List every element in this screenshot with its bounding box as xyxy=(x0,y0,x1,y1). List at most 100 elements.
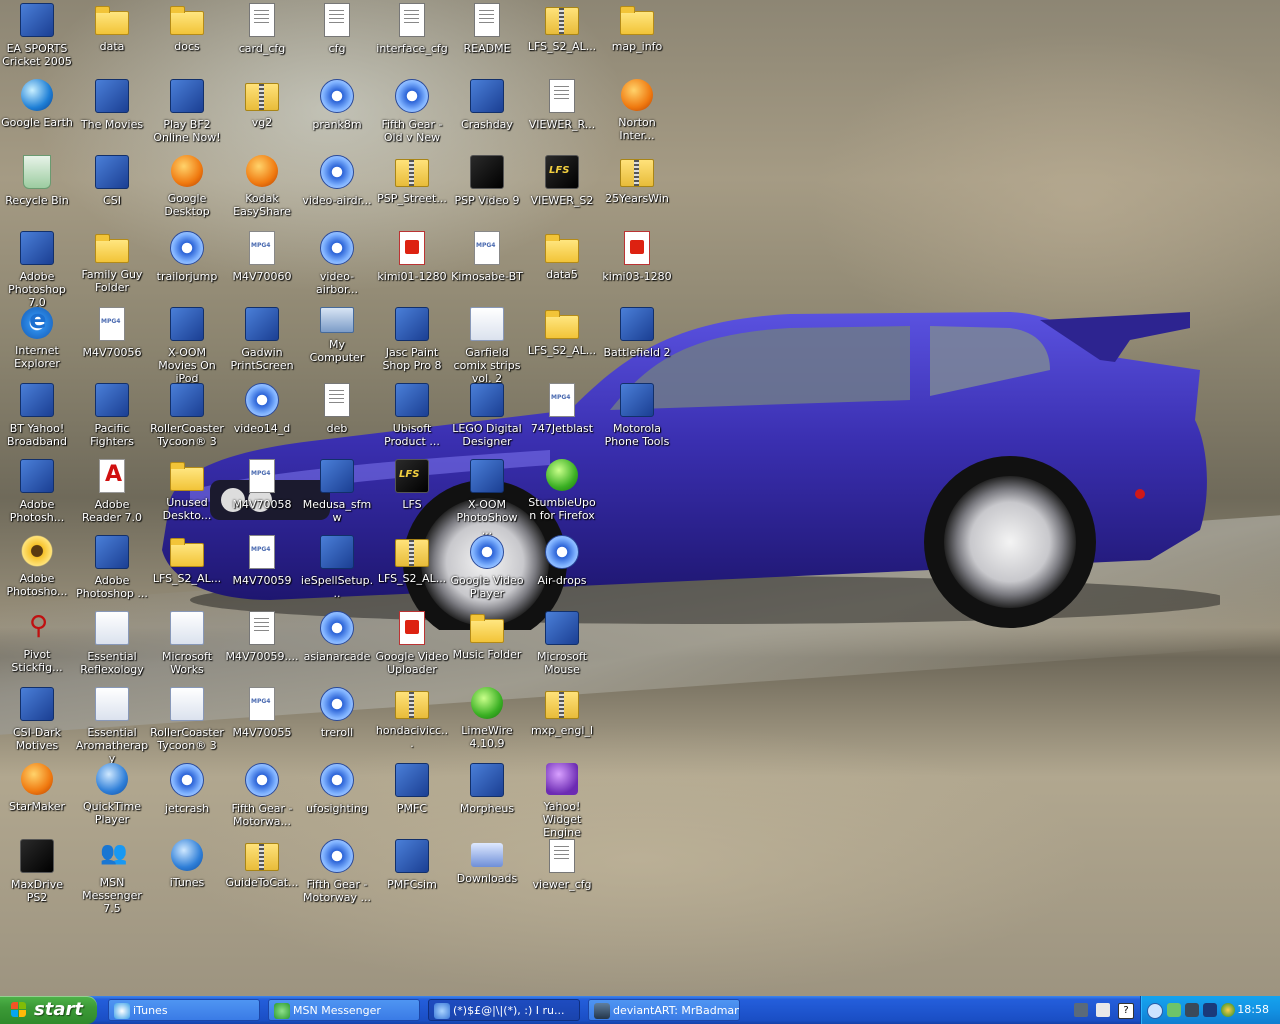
desktop-icon[interactable]: kimi01-1280 xyxy=(374,231,450,283)
desktop-icon[interactable]: The Movies xyxy=(74,79,150,131)
desktop-icon[interactable]: RollerCoaster Tycoon® 3 xyxy=(149,383,225,448)
desktop-icon[interactable]: Adobe Reader 7.0 xyxy=(74,459,150,524)
start-button[interactable]: start xyxy=(0,996,97,1024)
desktop-icon[interactable]: EA SPORTS Cricket 2005 xyxy=(0,3,75,68)
desktop-icon[interactable]: Crashday xyxy=(449,79,525,131)
task-deviantart[interactable]: deviantART: MrBadman xyxy=(588,999,740,1021)
desktop-icon[interactable]: Microsoft Mouse xyxy=(524,611,600,676)
desktop-icon[interactable]: Google Video Player xyxy=(449,535,525,600)
desktop-icon[interactable]: LFS_S2_AL... xyxy=(374,535,450,585)
desktop-icon[interactable]: Adobe Photosho... xyxy=(0,535,75,598)
desktop-icon[interactable]: MSN Messenger 7.5 xyxy=(74,839,150,915)
task-itunes[interactable]: iTunes xyxy=(108,999,260,1021)
desktop-icon[interactable]: Medusa_sfmw xyxy=(299,459,375,524)
desktop-icon[interactable]: video-airbor... xyxy=(299,231,375,296)
desktop[interactable]: EA SPORTS Cricket 2005 data docs card_cfg cf… xyxy=(0,0,1280,996)
desktop-icon[interactable]: Gadwin PrintScreen xyxy=(224,307,300,372)
msn-status-icon[interactable] xyxy=(1167,1003,1181,1017)
desktop-icon[interactable]: kimi03-1280 xyxy=(599,231,675,283)
desktop-icon[interactable]: Adobe Photosh... xyxy=(0,459,75,524)
desktop-icon[interactable]: M4V70060 xyxy=(224,231,300,283)
desktop-icon[interactable]: StumbleUpon for Firefox xyxy=(524,459,600,522)
desktop-icon[interactable]: Yahoo! Widget Engine xyxy=(524,763,600,839)
desktop-icon[interactable]: VIEWER_S2 xyxy=(524,155,600,207)
desktop-icon[interactable]: ufosighting xyxy=(299,763,375,815)
desktop-icon[interactable]: Adobe Photoshop 7.0 xyxy=(0,231,75,309)
desktop-icon[interactable]: trailorjump xyxy=(149,231,225,283)
desktop-icon[interactable]: Google Desktop xyxy=(149,155,225,218)
language-bar-icon[interactable] xyxy=(1096,1003,1110,1017)
desktop-icon[interactable]: PSP_Street... xyxy=(374,155,450,205)
desktop-icon[interactable]: Garfield comix strips vol. 2 xyxy=(449,307,525,385)
desktop-icon[interactable]: M4V70059 xyxy=(224,535,300,587)
desktop-icon[interactable]: video14_d xyxy=(224,383,300,435)
desktop-icon[interactable]: LEGO Digital Designer xyxy=(449,383,525,448)
desktop-icon[interactable]: Play BF2 Online Now! xyxy=(149,79,225,144)
desktop-icon[interactable]: LimeWire 4.10.9 xyxy=(449,687,525,750)
desktop-icon[interactable]: Ubisoft Product ... xyxy=(374,383,450,448)
desktop-icon[interactable]: LFS_S2_AL... xyxy=(524,3,600,53)
desktop-icon[interactable]: video-airdr... xyxy=(299,155,375,207)
desktop-icon[interactable]: Kimosabe-BT xyxy=(449,231,525,283)
desktop-icon[interactable]: X-OOM PhotoShow ... xyxy=(449,459,525,537)
desktop-icon[interactable]: Fifth Gear - Old v New xyxy=(374,79,450,144)
desktop-icon[interactable]: LFS_S2_AL... xyxy=(149,535,225,585)
desktop-icon[interactable]: README xyxy=(449,3,525,55)
desktop-icon[interactable]: PMFC xyxy=(374,763,450,815)
desktop-icon[interactable]: Google Earth xyxy=(0,79,75,129)
desktop-icon[interactable]: CSI-Dark Motives xyxy=(0,687,75,752)
desktop-icon[interactable]: Family Guy Folder xyxy=(74,231,150,294)
desktop-icon[interactable]: Adobe Photoshop ... xyxy=(74,535,150,600)
desktop-icon[interactable]: PMFCsim xyxy=(374,839,450,891)
desktop-icon[interactable]: M4V70058 xyxy=(224,459,300,511)
desktop-icon[interactable]: BT Yahoo! Broadband xyxy=(0,383,75,448)
desktop-icon[interactable]: LFS_S2_AL... xyxy=(524,307,600,357)
desktop-icon[interactable]: viewer_cfg xyxy=(524,839,600,891)
desktop-icon[interactable]: Pivot Stickfig... xyxy=(0,611,75,674)
desktop-icon[interactable]: cfg xyxy=(299,3,375,55)
desktop-icon[interactable]: treroll xyxy=(299,687,375,739)
desktop-icon[interactable]: hondacivicc... xyxy=(374,687,450,750)
desktop-icon[interactable]: prank8m xyxy=(299,79,375,131)
desktop-icon[interactable]: Unused Deskto... xyxy=(149,459,225,522)
desktop-icon[interactable]: Fifth Gear - Motorway ... xyxy=(299,839,375,904)
desktop-icon[interactable]: M4V70055 xyxy=(224,687,300,739)
desktop-icon[interactable]: map_info xyxy=(599,3,675,53)
show-hidden-icons-chevron-icon[interactable] xyxy=(1147,1003,1163,1019)
network-icon[interactable] xyxy=(1185,1003,1199,1017)
help-icon[interactable]: ? xyxy=(1118,1003,1134,1019)
desktop-icon[interactable]: StarMaker xyxy=(0,763,75,813)
desktop-icon[interactable]: mxp_engl_l xyxy=(524,687,600,737)
desktop-icon[interactable]: ieSpellSetup... xyxy=(299,535,375,600)
desktop-icon[interactable]: PSP Video 9 xyxy=(449,155,525,207)
desktop-icon[interactable]: 25YearsWin xyxy=(599,155,675,205)
desktop-icon[interactable]: docs xyxy=(149,3,225,53)
desktop-icon[interactable]: CSI xyxy=(74,155,150,207)
desktop-icon[interactable]: Kodak EasyShare xyxy=(224,155,300,218)
desktop-icon[interactable]: Battlefield 2 xyxy=(599,307,675,359)
desktop-icon[interactable]: Motorola Phone Tools xyxy=(599,383,675,448)
desktop-icon[interactable]: Downloads xyxy=(449,839,525,885)
desktop-icon[interactable]: X-OOM Movies On iPod xyxy=(149,307,225,385)
desktop-icon[interactable]: MaxDrive PS2 xyxy=(0,839,75,904)
desktop-icon[interactable]: Air-drops xyxy=(524,535,600,587)
desktop-icon[interactable]: Microsoft Works xyxy=(149,611,225,676)
pen-tool-icon[interactable] xyxy=(1074,1003,1088,1017)
desktop-icon[interactable]: Essential Aromatherapy xyxy=(74,687,150,765)
desktop-icon[interactable]: vg2 xyxy=(224,79,300,129)
desktop-icon[interactable]: asianarcade xyxy=(299,611,375,663)
desktop-icon[interactable]: M4V70056 xyxy=(74,307,150,359)
desktop-icon[interactable]: Pacific Fighters xyxy=(74,383,150,448)
desktop-icon[interactable]: Recycle Bin xyxy=(0,155,75,207)
desktop-icon[interactable]: GuideToCat... xyxy=(224,839,300,889)
desktop-icon[interactable]: VIEWER_R... xyxy=(524,79,600,131)
display-icon[interactable] xyxy=(1203,1003,1217,1017)
desktop-icon[interactable]: data xyxy=(74,3,150,53)
desktop-icon[interactable]: iTunes xyxy=(149,839,225,889)
desktop-icon[interactable]: card_cfg xyxy=(224,3,300,55)
desktop-icon[interactable]: My Computer xyxy=(299,307,375,364)
desktop-icon[interactable]: Norton Inter... xyxy=(599,79,675,142)
desktop-icon[interactable]: Jasc Paint Shop Pro 8 xyxy=(374,307,450,372)
google-icon[interactable] xyxy=(1221,1003,1235,1017)
desktop-icon[interactable]: Fifth Gear - Motorwa... xyxy=(224,763,300,828)
